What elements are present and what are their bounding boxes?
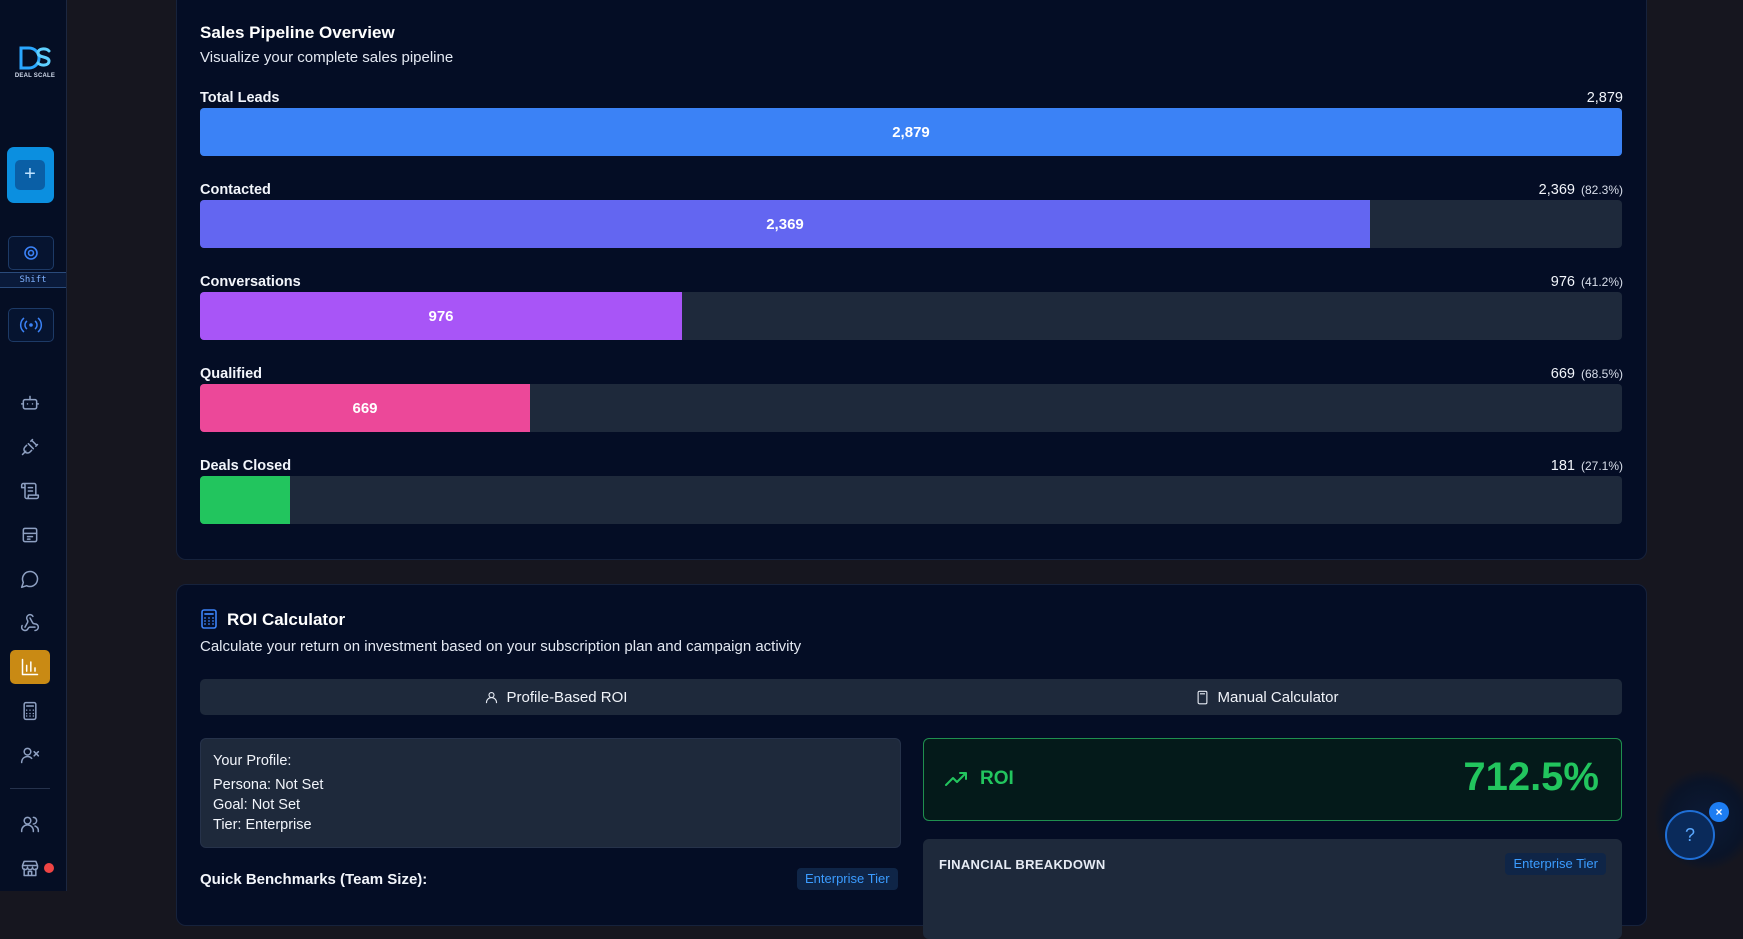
stage-count: 976	[1550, 274, 1575, 290]
help-close-button[interactable]: ×	[1709, 802, 1729, 822]
lifebuoy-icon	[24, 246, 38, 260]
calendar-icon	[22, 527, 38, 543]
sidebar-item-ai-agents[interactable]	[10, 386, 50, 420]
notification-dot	[44, 863, 54, 873]
scroll-icon	[20, 482, 40, 500]
sidebar: DEAL SCALE + Shift	[0, 0, 67, 891]
sidebar-item-webhooks[interactable]	[10, 606, 50, 640]
stage-bar-track	[200, 476, 1622, 524]
sidebar-item-scripts[interactable]	[10, 474, 50, 508]
tab-manual-calculator[interactable]: Manual Calculator	[911, 679, 1622, 715]
stage-percent: (27.1%)	[1580, 459, 1623, 473]
stage-bar-fill: 669	[200, 384, 530, 432]
sidebar-item-messages[interactable]	[10, 562, 50, 596]
sidebar-item-integrations[interactable]	[10, 430, 50, 464]
profile-goal: Goal: Not Set	[213, 797, 301, 813]
roi-value: 712.5%	[1463, 755, 1599, 799]
financial-breakdown: FINANCIAL BREAKDOWN Enterprise Tier	[923, 839, 1622, 939]
shift-key-hint: Shift	[0, 272, 66, 288]
broadcast-icon	[19, 317, 43, 333]
calculator-icon	[1197, 690, 1207, 704]
stage-bar-track: 669	[200, 384, 1622, 432]
stage-label: Conversations	[200, 274, 301, 290]
profile-persona: Persona: Not Set	[213, 777, 324, 793]
stage-value: 976 (41.2%)	[1551, 274, 1623, 290]
stage-bar-fill	[200, 476, 290, 524]
user-x-icon	[20, 747, 40, 764]
stage-value: 2,369 (82.3%)	[1539, 182, 1623, 198]
robot-icon	[20, 395, 40, 410]
stage-count: 2,369	[1538, 182, 1575, 198]
roi-result: ROI 712.5%	[923, 738, 1622, 821]
stage-percent: (82.3%)	[1580, 183, 1623, 197]
tab-profile-label: Profile-Based ROI	[506, 688, 628, 706]
calculator-icon	[201, 609, 217, 629]
roi-calculator-card: ROI Calculator Calculate your return on …	[176, 584, 1647, 939]
stage-value: 181 (27.1%)	[1551, 458, 1623, 474]
roi-label: ROI	[980, 768, 1014, 789]
financial-tier-badge: Enterprise Tier	[1505, 853, 1606, 875]
financial-breakdown-title: FINANCIAL BREAKDOWN	[939, 857, 1106, 872]
stage-label: Total Leads	[200, 90, 280, 106]
plug-icon	[21, 438, 39, 456]
store-icon	[21, 860, 39, 877]
sales-pipeline-card: Sales Pipeline Overview Visualize your c…	[176, 0, 1647, 560]
stage-bar-fill: 2,879	[200, 108, 1622, 156]
sidebar-item-calendar[interactable]	[10, 518, 50, 552]
stage-percent: (41.2%)	[1580, 275, 1623, 289]
support-button[interactable]	[8, 236, 54, 270]
sidebar-item-blocked-users[interactable]	[10, 738, 50, 772]
roi-title: ROI Calculator	[227, 610, 346, 629]
sidebar-item-team[interactable]	[10, 807, 50, 841]
stage-count: 669	[1550, 366, 1575, 382]
stage-bar-track: 2,369	[200, 200, 1622, 248]
trending-up-icon	[945, 772, 967, 786]
quick-benchmarks-title: Quick Benchmarks (Team Size):	[200, 871, 428, 888]
app-logo[interactable]: DEAL SCALE	[13, 44, 57, 84]
stage-bar-fill: 976	[200, 292, 682, 340]
stage-label: Contacted	[200, 182, 271, 198]
tab-manual-label: Manual Calculator	[1217, 688, 1339, 706]
sidebar-item-analytics[interactable]	[10, 650, 50, 684]
tab-profile-based-roi[interactable]: Profile-Based ROI	[200, 679, 911, 715]
stage-bar-fill: 2,369	[200, 200, 1370, 248]
profile-heading: Your Profile:	[213, 753, 292, 769]
roi-tabs: Profile-Based ROI Manual Calculator	[200, 679, 1622, 715]
tier-badge: Enterprise Tier	[797, 868, 898, 890]
logo-text: DEAL SCALE	[14, 73, 56, 79]
help-button[interactable]: ?	[1665, 810, 1715, 860]
sidebar-divider	[10, 788, 50, 789]
stage-value: 669 (68.5%)	[1551, 366, 1623, 382]
calculator-icon	[23, 701, 37, 721]
roi-subtitle: Calculate your return on investment base…	[200, 638, 802, 655]
sidebar-item-calculator[interactable]	[10, 694, 50, 728]
add-button[interactable]: +	[7, 147, 54, 203]
profile-tier: Tier: Enterprise	[213, 817, 312, 833]
stage-label: Deals Closed	[200, 458, 292, 474]
webhook-icon	[20, 613, 39, 632]
stage-count: 181	[1550, 458, 1575, 474]
pipeline-title: Sales Pipeline Overview	[200, 23, 395, 42]
profile-summary: Your Profile: Persona: Not Set Goal: Not…	[200, 738, 901, 848]
users-icon	[20, 816, 40, 833]
stage-bar-track: 2,879	[200, 108, 1622, 156]
stage-label: Qualified	[200, 366, 263, 382]
chat-icon	[20, 570, 39, 589]
stage-value: 2,879	[1587, 90, 1623, 106]
broadcast-button[interactable]	[8, 308, 54, 342]
logo-mark-icon	[19, 46, 51, 70]
pipeline-subtitle: Visualize your complete sales pipeline	[200, 49, 454, 66]
stage-count: 2,879	[1586, 90, 1623, 106]
stage-percent: (68.5%)	[1580, 367, 1623, 381]
bar-chart-icon	[21, 658, 39, 676]
user-icon	[485, 691, 497, 703]
stage-bar-track: 976	[200, 292, 1622, 340]
plus-icon: +	[15, 160, 45, 190]
